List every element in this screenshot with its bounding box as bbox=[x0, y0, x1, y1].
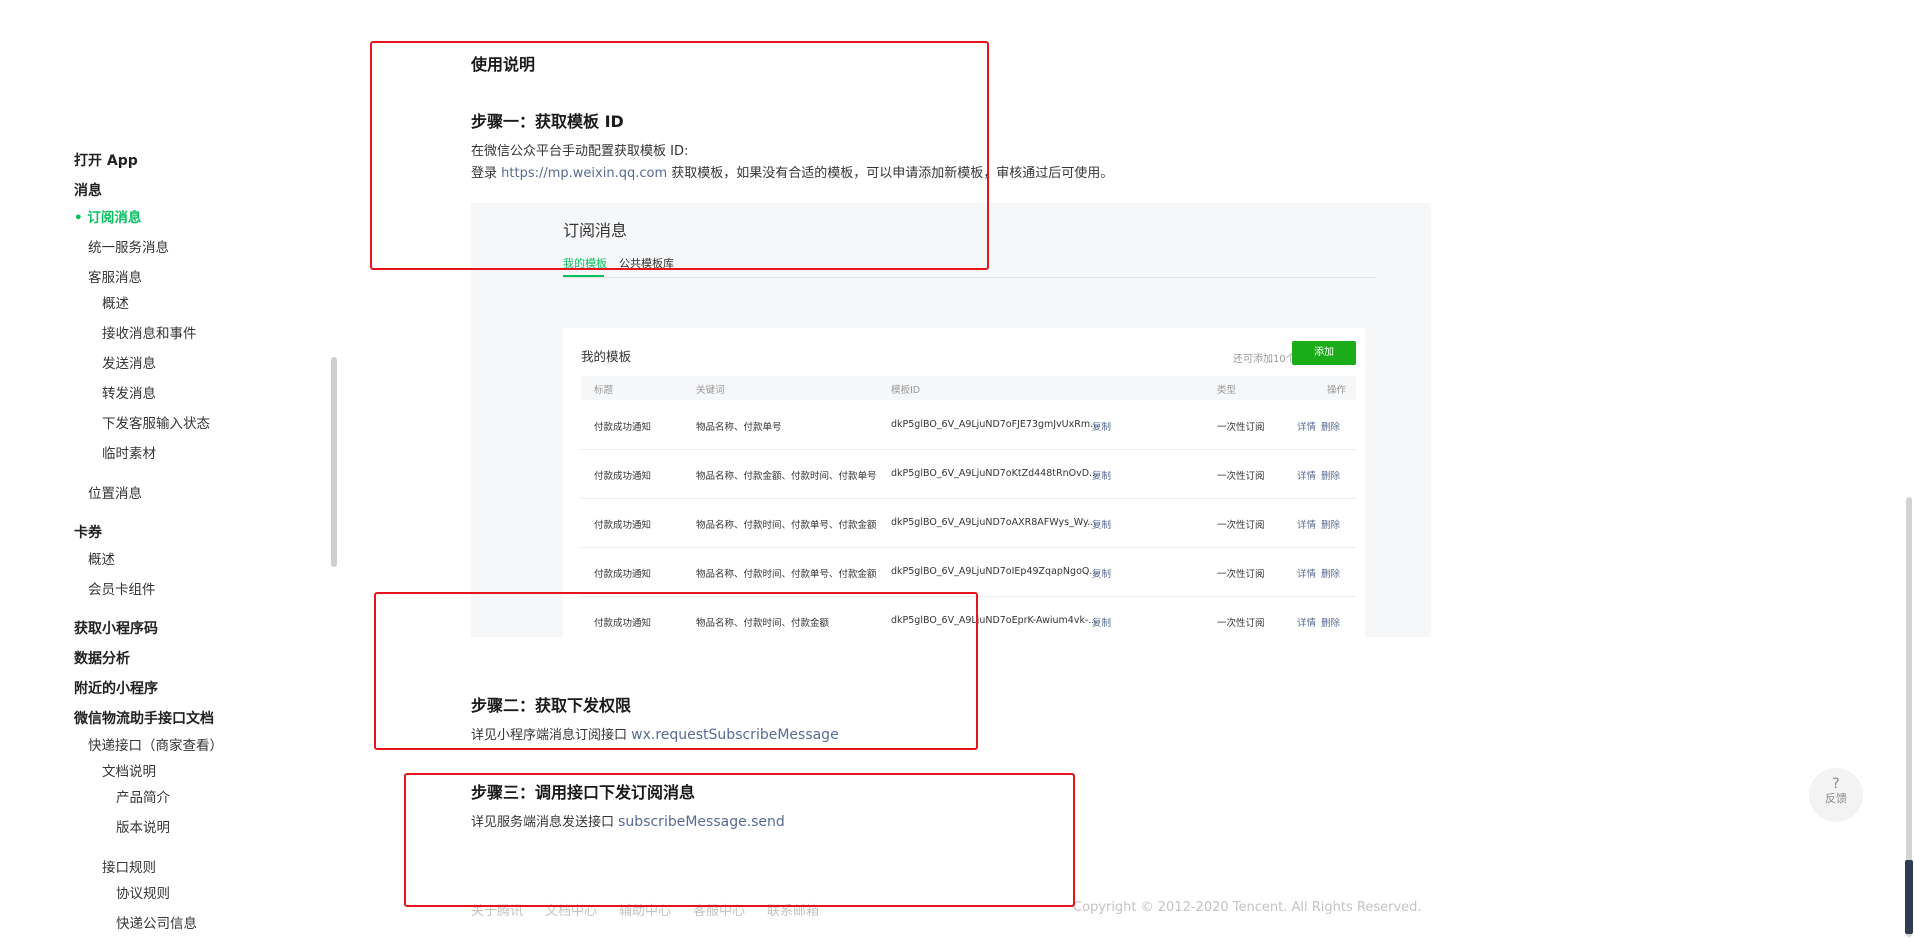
table-row: 付款成功通知 物品名称、付款时间、付款单号、付款金额 dkP5glBO_6V_A… bbox=[581, 498, 1356, 548]
row-type: 一次性订阅 bbox=[1217, 471, 1265, 482]
copy-link[interactable]: 复制 bbox=[1092, 419, 1111, 433]
add-template-button[interactable]: 添加 bbox=[1292, 341, 1356, 365]
delete-link[interactable]: 删除 bbox=[1321, 468, 1340, 482]
row-keywords: 物品名称、付款时间、付款单号、付款金额 bbox=[696, 520, 877, 531]
row-template-id: dkP5glBO_6V_A9LjuND7oIEp49ZqapNgoQ... bbox=[891, 566, 1099, 577]
row-template-id: dkP5glBO_6V_A9LjuND7oAXR8AFWys_Wy... bbox=[891, 517, 1097, 528]
question-icon: ? bbox=[1832, 776, 1840, 792]
my-templates-card: 我的模板 还可添加10个 添加 标题 关键词 模板ID 类型 操作 付款成功通知… bbox=[563, 328, 1365, 637]
feedback-label: 反馈 bbox=[1825, 792, 1847, 805]
table-row: 付款成功通知 物品名称、付款单号 dkP5glBO_6V_A9LjuND7oFJ… bbox=[581, 400, 1356, 450]
copy-link[interactable]: 复制 bbox=[1092, 468, 1111, 482]
detail-link[interactable]: 详情 bbox=[1297, 419, 1316, 433]
row-keywords: 物品名称、付款单号 bbox=[696, 422, 782, 433]
annotation-box-step3 bbox=[404, 773, 1075, 907]
remaining-count: 还可添加10个 bbox=[1233, 354, 1296, 365]
annotation-box-step1 bbox=[370, 41, 989, 270]
feedback-button[interactable]: ? 反馈 bbox=[1809, 768, 1863, 822]
delete-link[interactable]: 删除 bbox=[1321, 566, 1340, 580]
copy-link[interactable]: 复制 bbox=[1092, 566, 1111, 580]
row-type: 一次性订阅 bbox=[1217, 520, 1265, 531]
row-title: 付款成功通知 bbox=[594, 520, 652, 531]
row-type: 一次性订阅 bbox=[1217, 422, 1265, 433]
detail-link[interactable]: 详情 bbox=[1297, 468, 1316, 482]
row-type: 一次性订阅 bbox=[1217, 618, 1265, 629]
card-title: 我的模板 bbox=[581, 349, 632, 364]
detail-link[interactable]: 详情 bbox=[1297, 517, 1316, 531]
delete-link[interactable]: 删除 bbox=[1321, 419, 1340, 433]
tab-divider bbox=[563, 277, 1377, 278]
detail-link[interactable]: 详情 bbox=[1297, 615, 1316, 629]
row-title: 付款成功通知 bbox=[594, 422, 652, 433]
page-scroll-indicator bbox=[1905, 860, 1913, 934]
footer-copyright: Copyright © 2012-2020 Tencent. All Right… bbox=[1073, 900, 1422, 915]
delete-link[interactable]: 删除 bbox=[1321, 615, 1340, 629]
detail-link[interactable]: 详情 bbox=[1297, 566, 1316, 580]
row-title: 付款成功通知 bbox=[594, 471, 652, 482]
row-template-id: dkP5glBO_6V_A9LjuND7oKtZd448tRnOvD... bbox=[891, 468, 1099, 479]
table-row: 付款成功通知 物品名称、付款时间、付款单号、付款金额 dkP5glBO_6V_A… bbox=[581, 547, 1356, 597]
col-title: 标题 bbox=[594, 385, 614, 396]
copy-link[interactable]: 复制 bbox=[1092, 517, 1111, 531]
row-type: 一次性订阅 bbox=[1217, 569, 1265, 580]
col-keywords: 关键词 bbox=[696, 385, 725, 396]
col-type: 类型 bbox=[1217, 385, 1237, 396]
copy-link[interactable]: 复制 bbox=[1092, 615, 1111, 629]
row-keywords: 物品名称、付款金额、付款时间、付款单号 bbox=[696, 471, 877, 482]
row-keywords: 物品名称、付款时间、付款单号、付款金额 bbox=[696, 569, 877, 580]
table-row: 付款成功通知 物品名称、付款金额、付款时间、付款单号 dkP5glBO_6V_A… bbox=[581, 449, 1356, 499]
col-actions: 操作 bbox=[1327, 385, 1347, 396]
table-header: 标题 关键词 模板ID 类型 操作 bbox=[581, 376, 1356, 400]
annotation-box-step2 bbox=[374, 592, 978, 750]
row-title: 付款成功通知 bbox=[594, 569, 652, 580]
col-template-id: 模板ID bbox=[891, 385, 921, 396]
delete-link[interactable]: 删除 bbox=[1321, 517, 1340, 531]
row-template-id: dkP5glBO_6V_A9LjuND7oFJE73gmJvUxRm... bbox=[891, 419, 1100, 430]
